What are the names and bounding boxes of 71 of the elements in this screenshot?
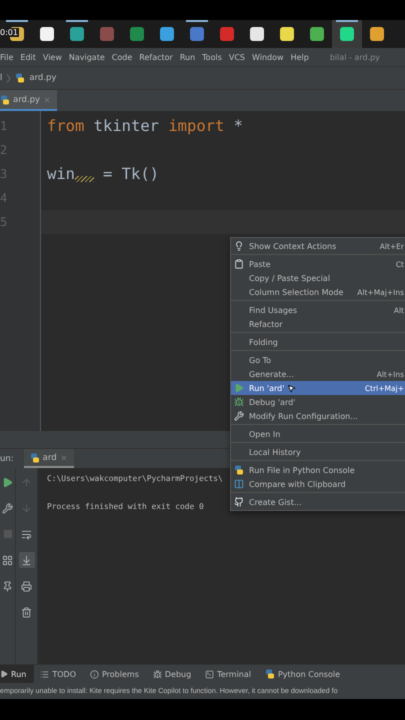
menu-item[interactable]: Local History (231, 445, 405, 459)
bug-icon (234, 397, 244, 407)
up-arrow-icon (21, 476, 32, 488)
two-tone-logo-icon (30, 452, 40, 462)
lightbulb-icon (234, 241, 244, 251)
chevron-icon (6, 74, 12, 82)
menu-item[interactable]: Help (290, 52, 309, 62)
wrench-icon (234, 411, 244, 421)
trash-icon (21, 606, 32, 618)
run-icon (234, 383, 244, 393)
menu-item[interactable]: Refactor (139, 52, 173, 62)
mouse-cursor-icon (287, 384, 296, 392)
two-tone-logo-icon (15, 73, 26, 83)
window-title: bilal - ard.py (330, 52, 380, 62)
stop-icon (2, 529, 12, 539)
clipboard-icon (234, 259, 244, 269)
code-line: from tkinter import * (46, 116, 244, 137)
menu-item[interactable]: Folding (231, 335, 405, 349)
wrench-icon (2, 502, 13, 514)
run-icon (0, 670, 8, 678)
menu-item[interactable]: Copy / Paste Special (231, 271, 405, 285)
menu-item[interactable]: Edit (20, 52, 36, 62)
printer-icon (21, 580, 32, 592)
menu-item[interactable]: File (0, 52, 14, 62)
menu-item[interactable]: Tools (202, 52, 222, 62)
two-tone-logo-icon (234, 465, 244, 475)
menu-item[interactable]: Code (112, 52, 132, 62)
editor-tab[interactable]: ard.py (0, 90, 58, 111)
two-tone-logo-icon (0, 94, 10, 104)
menu-item[interactable]: View (42, 52, 62, 62)
console-tab[interactable]: ard (24, 449, 74, 468)
menu-item[interactable]: Run (180, 52, 196, 62)
pin-icon (2, 580, 13, 592)
two-tone-logo-icon (264, 669, 275, 679)
taskbar-app[interactable] (332, 20, 362, 48)
run-icon (2, 476, 13, 488)
tool-window-tab[interactable]: TODO (40, 665, 84, 683)
menu-item[interactable]: Navigate (68, 52, 105, 62)
bug-icon (152, 670, 162, 678)
tool-window-tab[interactable]: Python Console (264, 665, 348, 683)
down-arrow-icon (21, 502, 32, 514)
tool-window-tab[interactable]: Problems (90, 665, 147, 683)
wrap-icon (21, 528, 32, 540)
menu-item[interactable]: Compare with Clipboard (231, 477, 405, 491)
close-icon (60, 454, 68, 462)
menu-item[interactable]: Create Gist... (231, 495, 405, 509)
info-icon (90, 670, 99, 678)
menu-item[interactable]: Run File in Python Console (231, 463, 405, 477)
menu-item[interactable]: Window (252, 52, 284, 62)
cat-logo-icon (234, 497, 244, 507)
menu-item[interactable]: VCS (228, 52, 246, 62)
panel-label: un: (0, 454, 14, 464)
menu-item[interactable]: Refactor (231, 317, 405, 331)
menu-item[interactable]: Debug 'ard' (231, 395, 405, 409)
terminal-icon (205, 670, 214, 678)
tool-window-tab[interactable]: Terminal (205, 665, 259, 683)
tool-window-tab[interactable]: Run (0, 665, 34, 683)
menu-item[interactable]: Go To (231, 353, 405, 367)
list-icon (40, 670, 50, 678)
layout-icon (2, 554, 13, 566)
compare-icon (234, 479, 244, 489)
tool-window-tab[interactable]: Debug (152, 665, 200, 683)
scroll-to-end-icon (21, 554, 32, 566)
breadcrumb-item[interactable]: ard.py (29, 73, 56, 83)
breadcrumb-item[interactable]: l (0, 73, 2, 83)
menu-item[interactable]: Open In (231, 427, 405, 441)
code-line: win = Tk() (46, 164, 160, 185)
scroll-to-end-button[interactable] (18, 552, 34, 568)
menu-item[interactable]: Modify Run Configuration... (231, 409, 405, 423)
close-icon (43, 96, 52, 104)
clock: 0:01 (0, 28, 19, 37)
